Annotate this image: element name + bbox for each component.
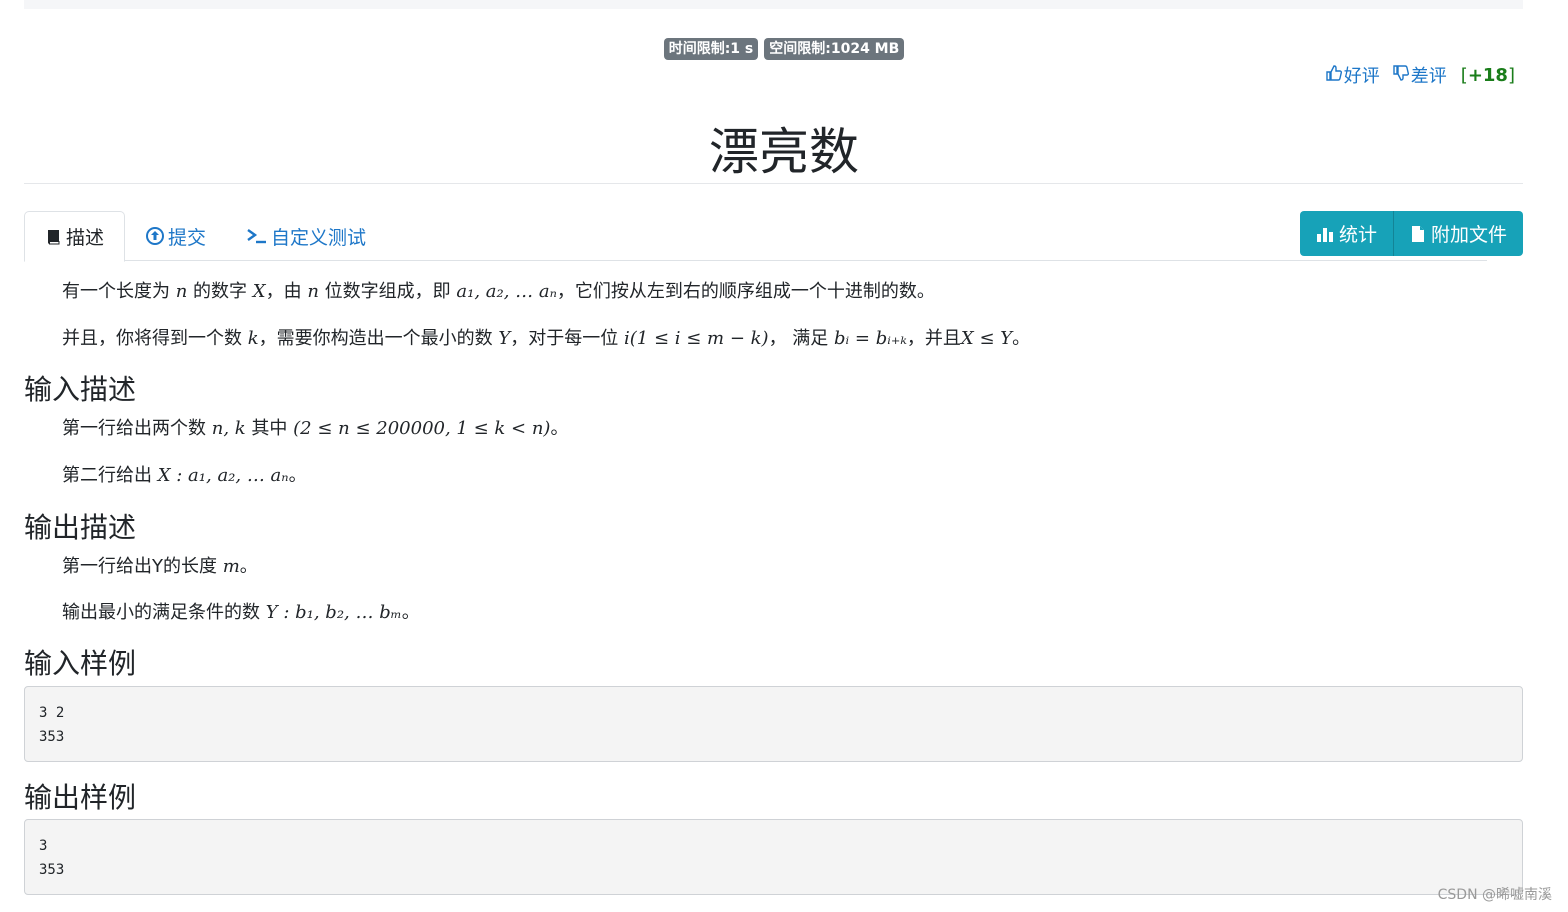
top-strip: [24, 0, 1523, 9]
description-paragraph-1: 有一个长度为 n 的数字 X，由 n 位数字组成，即 a₁, a₂, … aₙ，…: [62, 281, 935, 302]
vote-score: [+18]: [1460, 64, 1515, 86]
limits-bar: 时间限制:1 s 空间限制:1024 MB: [0, 38, 1568, 60]
problem-title: 漂亮数: [709, 123, 859, 181]
space-limit-badge: 空间限制:1024 MB: [764, 38, 905, 60]
tab-submit[interactable]: 提交: [125, 211, 226, 261]
thumbs-down-icon: [1392, 64, 1411, 87]
attachments-label: 附加文件: [1430, 224, 1507, 246]
tab-submit-label: 提交: [168, 226, 207, 249]
file-icon: [1410, 225, 1426, 243]
description-paragraph-2: 并且，你将得到一个数 k，需要你构造出一个最小的数 Y，对于每一位 i(1 ≤ …: [62, 328, 1031, 349]
problem-tabs: 描述 提交 自定义测试: [24, 211, 1487, 262]
like-button[interactable]: 好评: [1325, 62, 1380, 88]
input-paragraph-1: 第一行给出两个数 n, k 其中 (2 ≤ n ≤ 200000, 1 ≤ k …: [62, 418, 569, 439]
vote-bar: 好评 差评 [+18]: [1313, 62, 1515, 88]
statistics-button[interactable]: 统计: [1299, 211, 1394, 256]
book-icon: [45, 228, 63, 246]
tab-custom-test[interactable]: 自定义测试: [226, 211, 386, 261]
output-description-heading: 输出描述: [24, 511, 137, 544]
watermark: CSDN @晞嘘南溪: [1437, 887, 1552, 903]
sample-input-heading: 输入样例: [24, 647, 137, 680]
upload-circle-icon: [145, 226, 165, 246]
input-paragraph-2: 第二行给出 X : a₁, a₂, … aₙ。: [62, 465, 307, 486]
terminal-icon: [246, 226, 268, 246]
bar-chart-icon: [1316, 225, 1334, 243]
tab-description-label: 描述: [66, 227, 105, 249]
sample-output-text: 3 353: [39, 838, 65, 878]
tab-custom-test-label: 自定义测试: [271, 226, 367, 249]
like-label: 好评: [1343, 66, 1380, 87]
sample-output-heading: 输出样例: [24, 781, 137, 814]
statistics-label: 统计: [1338, 224, 1377, 246]
time-limit-badge: 时间限制:1 s: [663, 38, 759, 60]
dislike-label: 差评: [1410, 66, 1447, 87]
action-button-group: 统计 附加文件: [1299, 211, 1523, 256]
output-paragraph-1: 第一行给出Y的长度 m。: [62, 556, 258, 577]
sample-input-box[interactable]: 3 2 353: [24, 686, 1523, 762]
input-description-heading: 输入描述: [24, 373, 137, 406]
sample-output-box[interactable]: 3 353: [24, 819, 1523, 895]
attachments-button[interactable]: 附加文件: [1393, 211, 1523, 256]
dislike-button[interactable]: 差评: [1392, 62, 1447, 88]
title-divider: [24, 183, 1523, 184]
sample-input-text: 3 2 353: [39, 705, 65, 745]
tab-description[interactable]: 描述: [24, 211, 126, 262]
output-paragraph-2: 输出最小的满足条件的数 Y : b₁, b₂, … bₘ。: [62, 602, 420, 623]
thumbs-up-icon: [1325, 64, 1344, 87]
